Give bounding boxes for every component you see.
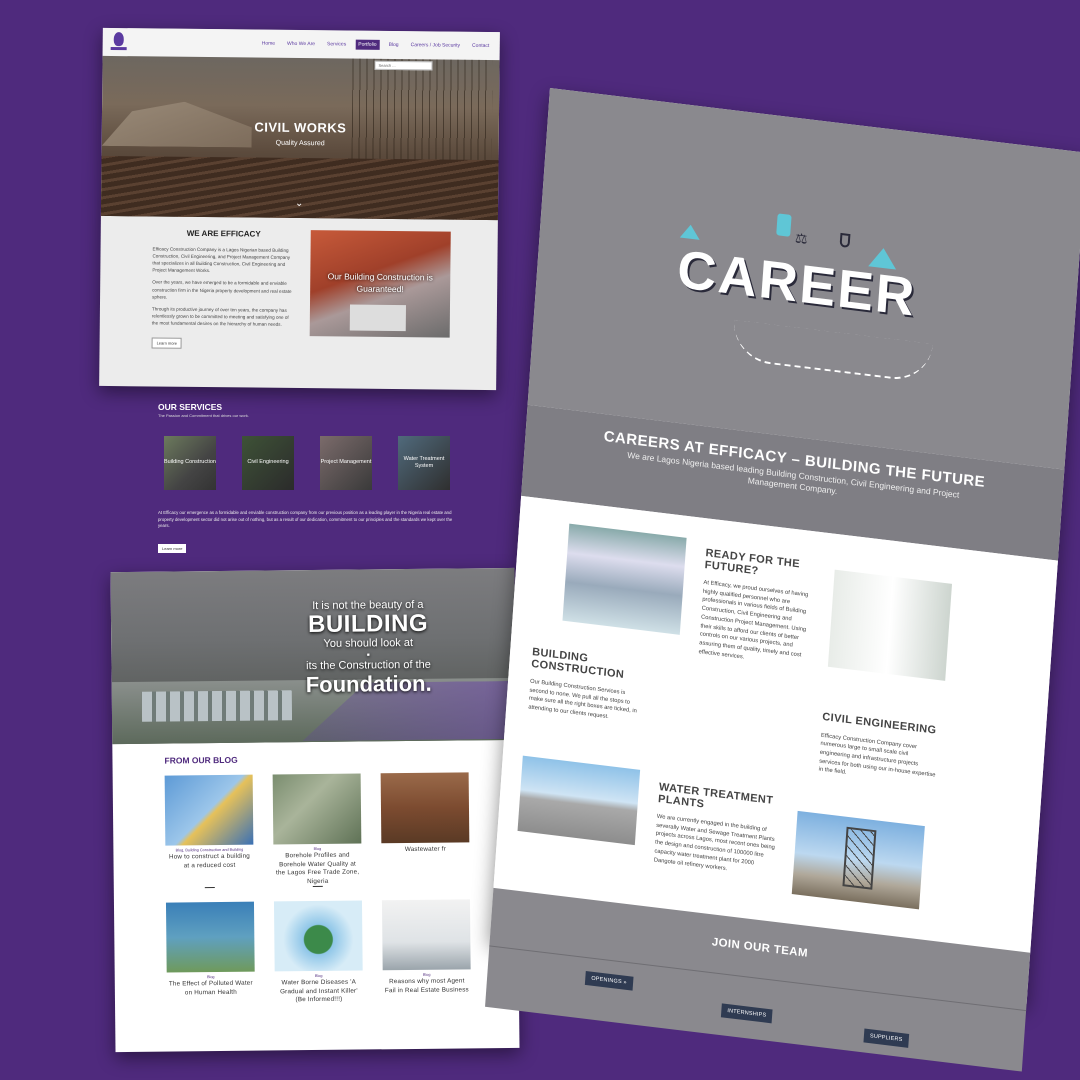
nav-item-home[interactable]: Home — [259, 39, 278, 49]
blog-post-card[interactable]: Blog Water Borne Diseases 'A Gradual and… — [273, 900, 363, 1012]
blog-post-thumbnail[interactable] — [164, 774, 254, 846]
section-text: We are currently engaged in the building… — [653, 813, 776, 872]
efficacy-logo-icon[interactable] — [111, 32, 127, 52]
nav-item-contact[interactable]: Contact — [469, 41, 492, 51]
service-tile-building-construction[interactable]: Building Construction — [164, 436, 216, 490]
blog-post-card[interactable]: Blog, Building Construction and Building… — [164, 774, 254, 889]
services-subheading: The Passion and Commitment that drives o… — [158, 413, 249, 418]
blog-post-title[interactable]: Water Borne Diseases 'A Gradual and Inst… — [275, 979, 363, 1012]
about-paragraph: Through its productive journey of over t… — [151, 306, 289, 327]
chevron-down-icon[interactable]: ⌄ — [295, 198, 304, 209]
careers-page-wrapper: ⚖ CAREER CAREERS AT EFFICACY – BUILDING … — [432, 88, 1080, 1072]
nav-item-who-we-are[interactable]: Who We Are — [284, 39, 318, 49]
site-navbar: Home Who We Are Services Portfolio Blog … — [102, 27, 500, 61]
trophy-icon — [839, 232, 851, 248]
join-team-divider — [489, 945, 1027, 1012]
blog-post-title[interactable]: How to construct a building at a reduced… — [165, 853, 253, 886]
office-reception-image — [562, 523, 687, 635]
nav-item-careers[interactable]: Careers / Job Security — [408, 40, 464, 51]
blog-post-thumbnail[interactable] — [165, 901, 255, 973]
blog-post-thumbnail[interactable] — [272, 773, 362, 845]
about-paragraph: Efficacy Construction Company is a Lagos… — [152, 246, 291, 274]
search-input[interactable]: Search ... — [374, 60, 433, 71]
construction-site-image — [517, 755, 641, 846]
raised-fist-icon — [776, 213, 792, 237]
about-paragraph: Over the years, we have emerged to be a … — [152, 279, 292, 300]
blog-post-title[interactable]: Borehole Profiles and Borehole Water Qua… — [273, 852, 361, 885]
openings-button[interactable]: OPENINGS » — [584, 970, 634, 991]
suppliers-button[interactable]: SUPPLIERS — [863, 1028, 909, 1048]
main-menu: Home Who We Are Services Portfolio Blog … — [259, 39, 500, 52]
search-icon[interactable]: ⌕ — [498, 41, 500, 51]
service-tile-project-management[interactable]: Project Management — [320, 436, 372, 490]
dashed-path-decoration — [731, 319, 933, 384]
services-heading: OUR SERVICES — [158, 402, 223, 412]
nav-item-services[interactable]: Services — [324, 39, 349, 49]
blog-post-divider — [204, 887, 215, 889]
careers-header: ⚖ CAREER — [527, 88, 1080, 470]
about-heading: WE ARE EFFICACY — [186, 228, 261, 239]
section-title: WATER TREATMENT PLANTS — [657, 781, 774, 811]
internships-button[interactable]: INTERNSHIPS — [720, 1003, 773, 1024]
water-tower-structure — [842, 826, 877, 890]
section-title: READY FOR THE FUTURE? — [704, 547, 801, 577]
triangle-icon — [679, 223, 701, 240]
about-text: WE ARE EFFICACY Efficacy Construction Co… — [151, 228, 295, 351]
nav-item-blog[interactable]: Blog — [386, 40, 402, 50]
section-text: Efficacy Construction Company cover nume… — [818, 732, 936, 779]
about-learn-more-button[interactable]: Learn more — [151, 337, 183, 349]
about-image-billboard — [349, 304, 406, 332]
section-civil-engineering: CIVIL ENGINEERING Efficacy Construction … — [818, 711, 942, 789]
section-text: Our Building Construction Services is se… — [528, 678, 638, 721]
service-tile-civil-engineering[interactable]: Civil Engineering — [242, 436, 294, 490]
office-corridor-image — [827, 569, 953, 681]
blog-post-card[interactable]: Blog Borehole Profiles and Borehole Wate… — [272, 773, 362, 888]
blog-post-title[interactable]: The Effect of Polluted Water on Human He… — [167, 980, 255, 1013]
blog-post-thumbnail[interactable] — [273, 900, 363, 972]
careers-page-panel: ⚖ CAREER CAREERS AT EFFICACY – BUILDING … — [485, 88, 1080, 1072]
section-text: At Efficacy, we proud ourselves of havin… — [698, 579, 809, 661]
section-water-treatment: WATER TREATMENT PLANTS We are currently … — [653, 781, 780, 879]
about-image: Our Building Construction is Guaranteed! — [309, 230, 451, 338]
blog-post-divider — [312, 885, 323, 888]
blog-post-card[interactable]: Blog The Effect of Polluted Water on Hum… — [165, 901, 255, 1013]
section-title: BUILDING CONSTRUCTION — [530, 646, 625, 681]
careers-body: READY FOR THE FUTURE? At Efficacy, we pr… — [493, 495, 1058, 953]
water-tower-image — [791, 810, 925, 910]
services-learn-more-button[interactable]: Learn more — [158, 543, 187, 553]
services-tiles: Building Construction Civil Engineering … — [164, 436, 458, 490]
balance-scale-icon: ⚖ — [794, 229, 809, 247]
services-paragraph: At Efficacy our emergence as a formidabl… — [158, 510, 453, 529]
section-building-construction: BUILDING CONSTRUCTION Our Building Const… — [528, 646, 644, 726]
about-image-caption: Our Building Construction is Guaranteed! — [327, 271, 434, 295]
nav-item-portfolio[interactable]: Portfolio — [355, 39, 380, 50]
section-ready-for-future: READY FOR THE FUTURE? At Efficacy, we pr… — [698, 547, 817, 670]
services-section: OUR SERVICES The Passion and Commitment … — [158, 402, 458, 555]
